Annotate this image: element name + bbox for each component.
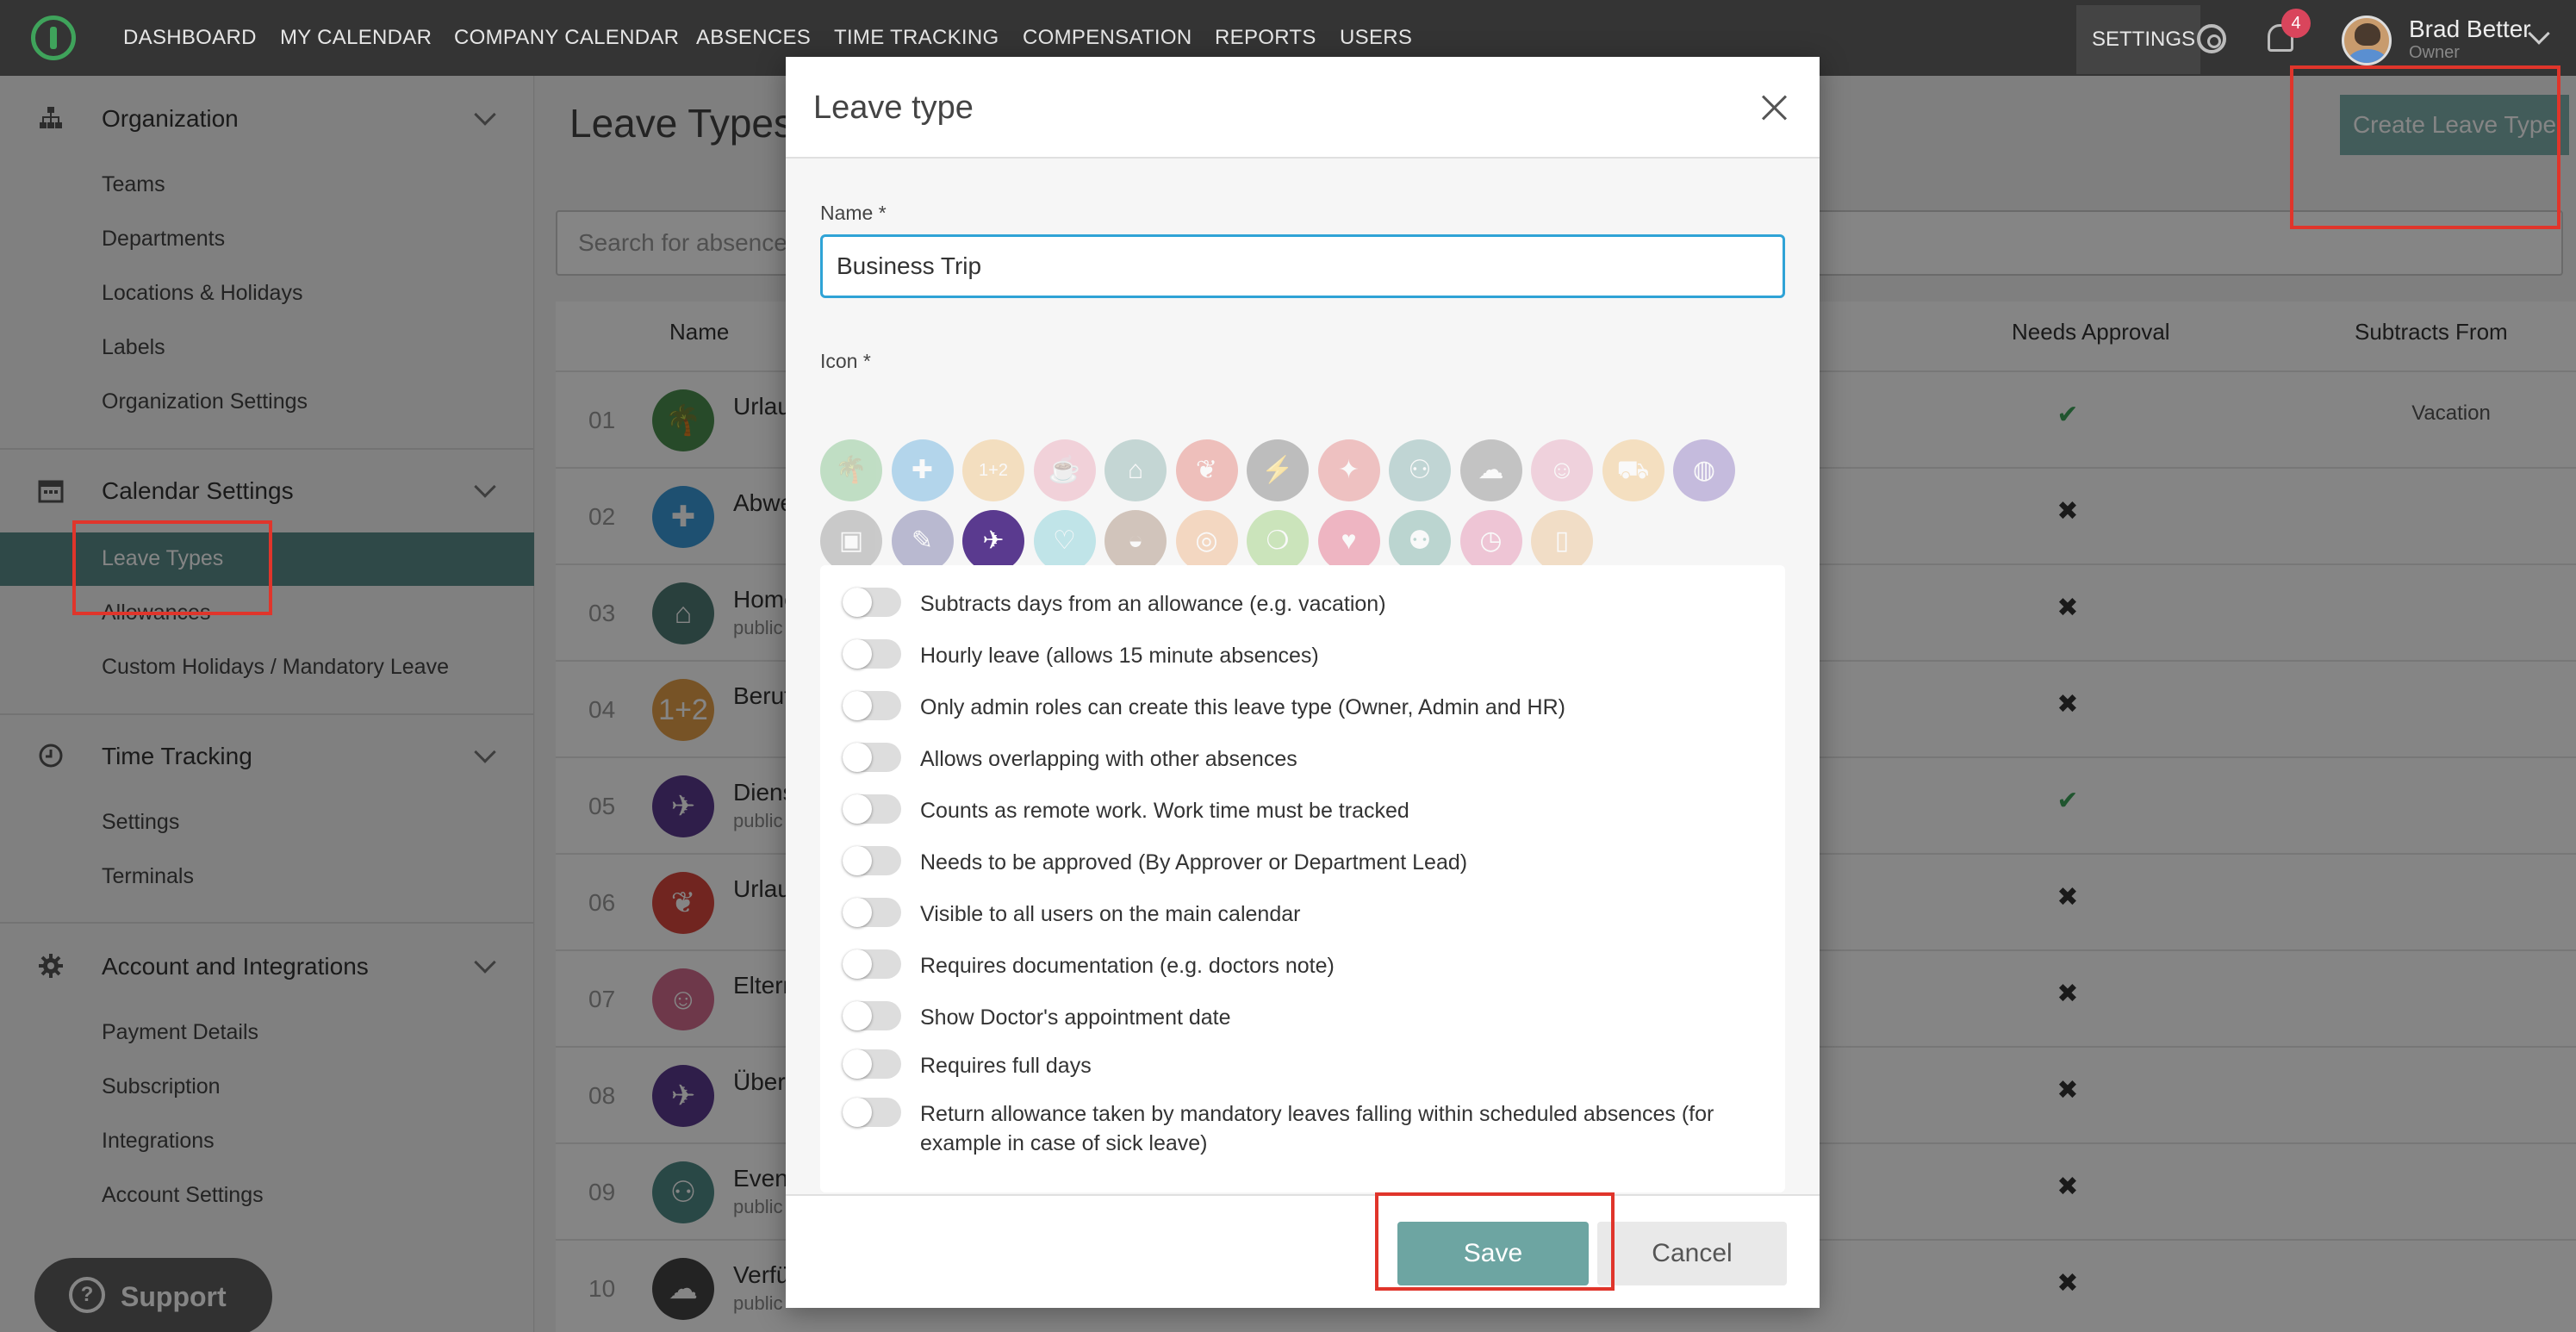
nav-company-calendar[interactable]: COMPANY CALENDAR <box>454 26 679 50</box>
notification-badge: 4 <box>2281 9 2311 38</box>
wallet-icon[interactable]: ▣ <box>820 510 882 572</box>
option-row: Requires full days <box>820 1043 1785 1086</box>
option-row: Needs to be approved (By Approver or Dep… <box>820 839 1785 882</box>
option-label: Counts as remote work. Work time must be… <box>920 799 1409 823</box>
option-label: Requires documentation (e.g. doctors not… <box>920 954 1335 978</box>
option-row: Counts as remote work. Work time must be… <box>820 787 1785 831</box>
nav-reports[interactable]: REPORTS <box>1215 26 1316 50</box>
nav-my-calendar[interactable]: MY CALENDAR <box>280 26 432 50</box>
toggle-switch[interactable] <box>843 639 901 669</box>
highlight-save <box>1375 1192 1615 1291</box>
baby-icon[interactable]: ☺ <box>1531 439 1593 501</box>
heart-icon[interactable]: ♥ <box>1317 510 1380 572</box>
highlight-leave-types <box>72 520 272 615</box>
toggle-switch[interactable] <box>843 743 901 772</box>
toggle-switch[interactable] <box>843 1001 901 1030</box>
option-row: Only admin roles can create this leave t… <box>820 684 1785 727</box>
name-field-label: Name * <box>820 202 887 224</box>
plus-icon[interactable]: ✚ <box>891 439 954 501</box>
nav-dashboard[interactable]: DASHBOARD <box>123 26 257 50</box>
option-label: Subtracts days from an allowance (e.g. v… <box>920 592 1386 616</box>
icon-field-label: Icon * <box>820 350 871 372</box>
family-icon[interactable]: ⚉ <box>1389 510 1451 572</box>
dialog-footer: Save Cancel <box>786 1194 1820 1308</box>
palm-icon[interactable]: 🌴 <box>820 439 882 501</box>
heartbeat-icon[interactable]: ♡ <box>1033 510 1096 572</box>
apple-icon[interactable]: ❍ <box>1247 510 1309 572</box>
toggle-switch[interactable] <box>843 949 901 979</box>
option-label: Show Doctor's appointment date <box>920 1005 1231 1030</box>
close-icon[interactable] <box>1754 88 1794 128</box>
name-input[interactable] <box>820 234 1785 298</box>
leave-type-dialog: Leave type Name * Icon * 🌴✚1+2☕⌂❦⚡✦⚇☁☺⛟◍… <box>786 57 1820 1308</box>
beer-icon[interactable]: ▯ <box>1531 510 1593 572</box>
coffee-icon[interactable]: ☕ <box>1033 439 1096 501</box>
home-icon[interactable]: ⌂ <box>1104 439 1167 501</box>
option-label: Return allowance taken by mandatory leav… <box>920 1102 1714 1155</box>
cancel-button[interactable]: Cancel <box>1597 1222 1787 1285</box>
option-row: Return allowance taken by mandatory leav… <box>820 1091 1785 1155</box>
option-label: Allows overlapping with other absences <box>920 747 1297 771</box>
dialog-header: Leave type <box>786 57 1820 159</box>
toggle-switch[interactable] <box>843 1049 901 1079</box>
option-label: Visible to all users on the main calenda… <box>920 902 1301 926</box>
nav-users[interactable]: USERS <box>1340 26 1412 50</box>
option-row: Show Doctor's appointment date <box>820 994 1785 1037</box>
option-row: Subtracts days from an allowance (e.g. v… <box>820 581 1785 624</box>
toggle-switch[interactable] <box>843 588 901 617</box>
option-label: Needs to be approved (By Approver or Dep… <box>920 850 1468 875</box>
rings-icon[interactable]: ◎ <box>1175 510 1238 572</box>
toggle-switch[interactable] <box>843 691 901 720</box>
chevron-down-icon[interactable] <box>2528 22 2550 45</box>
toggle-switch[interactable] <box>843 794 901 824</box>
thought-icon[interactable]: ☁ <box>1459 439 1522 501</box>
user-role: Owner <box>2409 43 2460 62</box>
toggle-switch[interactable] <box>843 898 901 927</box>
option-label: Requires full days <box>920 1054 1092 1078</box>
nav-compensation[interactable]: COMPENSATION <box>1023 26 1192 50</box>
eraser-icon[interactable]: ✎ <box>891 510 954 572</box>
option-label: Only admin roles can create this leave t… <box>920 695 1565 719</box>
option-label: Hourly leave (allows 15 minute absences) <box>920 644 1319 668</box>
toggle-switch[interactable] <box>843 1098 901 1127</box>
option-row: Hourly leave (allows 15 minute absences) <box>820 632 1785 675</box>
car-icon[interactable]: ⛟ <box>1602 439 1664 501</box>
highlight-create-leave-type <box>2290 65 2560 229</box>
leave-type-options: Subtracts days from an allowance (e.g. v… <box>820 565 1785 1192</box>
option-row: Requires documentation (e.g. doctors not… <box>820 943 1785 986</box>
settings-button[interactable]: SETTINGS <box>2076 5 2200 74</box>
option-row: Allows overlapping with other absences <box>820 736 1785 779</box>
toggle-switch[interactable] <box>843 846 901 875</box>
app-logo-icon[interactable] <box>31 16 76 60</box>
settings-label: SETTINGS <box>2092 28 2196 51</box>
dialog-title: Leave type <box>813 90 974 126</box>
school-icon[interactable]: 1+2 <box>962 439 1024 501</box>
nav-time-tracking[interactable]: TIME TRACKING <box>834 26 999 50</box>
leaf-icon[interactable]: ❦ <box>1175 439 1238 501</box>
switch-icon[interactable]: ⚡ <box>1247 439 1309 501</box>
group-icon[interactable]: ⚇ <box>1389 439 1451 501</box>
plane-icon[interactable]: ✈ <box>962 510 1024 572</box>
user-name[interactable]: Brad Better <box>2409 16 2531 43</box>
globe-icon[interactable]: ◍ <box>1673 439 1735 501</box>
dinner-icon[interactable]: ✦ <box>1317 439 1380 501</box>
gear-icon[interactable] <box>2197 24 2226 53</box>
option-row: Visible to all users on the main calenda… <box>820 891 1785 934</box>
clock-icon[interactable]: ◷ <box>1459 510 1522 572</box>
avatar[interactable] <box>2342 16 2392 65</box>
cake-icon[interactable]: ◒ <box>1104 510 1167 572</box>
nav-absences[interactable]: ABSENCES <box>696 26 811 50</box>
